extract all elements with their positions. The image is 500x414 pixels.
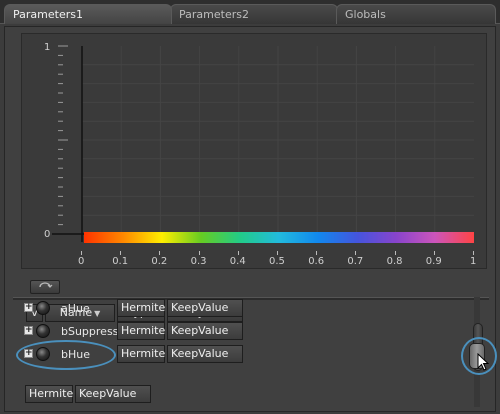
parameters-panel: 1 0 0 0.1 0.2 0.3 0.4 0.5 0.6 0.7 0.8 0.9 1 v Name… [4, 26, 497, 412]
x-axis-tick-label: 0 [78, 256, 85, 267]
x-axis-tick [198, 251, 200, 255]
row-cycle-field[interactable]: KeepValue [167, 299, 243, 317]
x-axis-tick [394, 251, 396, 255]
highlight-annotation [16, 340, 116, 370]
x-axis-tick-label: 0.8 [386, 256, 403, 267]
x-axis-tick [81, 251, 82, 255]
table-row[interactable]: + aHue Hermite KeepValue [5, 298, 497, 318]
table-row[interactable]: + bSuppress Hermite KeepValue [5, 321, 497, 341]
channel-toggle-icon[interactable] [36, 301, 50, 315]
x-axis-tick [120, 251, 122, 255]
row-type-field[interactable]: Hermite [117, 299, 165, 317]
x-axis-tick-label: 0.9 [425, 256, 442, 267]
y-axis-label-top: 1 [44, 42, 51, 53]
reset-curve-button[interactable] [30, 280, 60, 294]
x-axis-tick-label: 0.3 [190, 256, 207, 267]
x-axis-tick [316, 251, 318, 255]
x-axis-tick [473, 251, 474, 255]
x-axis-tick [433, 251, 435, 255]
tab-globals[interactable]: Globals [336, 4, 496, 24]
x-axis-tick-label: 0.1 [112, 256, 129, 267]
cycle-icon [39, 282, 53, 288]
row-type-field[interactable]: Hermite [117, 322, 165, 340]
expand-icon[interactable]: + [24, 326, 33, 335]
curve-graph[interactable]: 1 0 [21, 33, 487, 269]
curve-graph-canvas[interactable] [22, 34, 488, 270]
x-axis-tick [237, 251, 239, 255]
expand-icon[interactable]: + [24, 303, 33, 312]
x-axis-tick-label: 0.2 [151, 256, 168, 267]
y-axis-label-bottom: 0 [44, 229, 51, 240]
x-axis-tick [355, 251, 357, 255]
x-axis-tick-label: 0.7 [347, 256, 364, 267]
row-cycle-field[interactable]: KeepValue [167, 322, 243, 340]
tab-parameters1[interactable]: Parameters1 [4, 4, 172, 24]
x-axis-tick-label: 1 [470, 256, 477, 267]
row-type-field[interactable]: Hermite [117, 345, 165, 363]
x-axis-tick [159, 251, 161, 255]
channel-toggle-icon[interactable] [36, 324, 50, 338]
row-name: bSuppress [61, 325, 119, 338]
row-cycle-field[interactable]: KeepValue [167, 345, 243, 363]
x-axis-tick [277, 251, 278, 255]
tab-bar: Parameters1 Parameters2 Globals [0, 0, 500, 24]
default-type-field[interactable]: Hermite [25, 385, 73, 403]
tab-parameters2[interactable]: Parameters2 [170, 4, 338, 24]
hue-gradient-curve [84, 232, 474, 243]
row-name: aHue [61, 302, 90, 315]
default-cycle-field[interactable]: KeepValue [75, 385, 151, 403]
mouse-cursor-icon [477, 353, 490, 371]
x-axis-tick-label: 0.6 [308, 256, 325, 267]
x-axis-tick-label: 0.5 [269, 256, 285, 267]
x-axis-tick-label: 0.4 [229, 256, 246, 267]
